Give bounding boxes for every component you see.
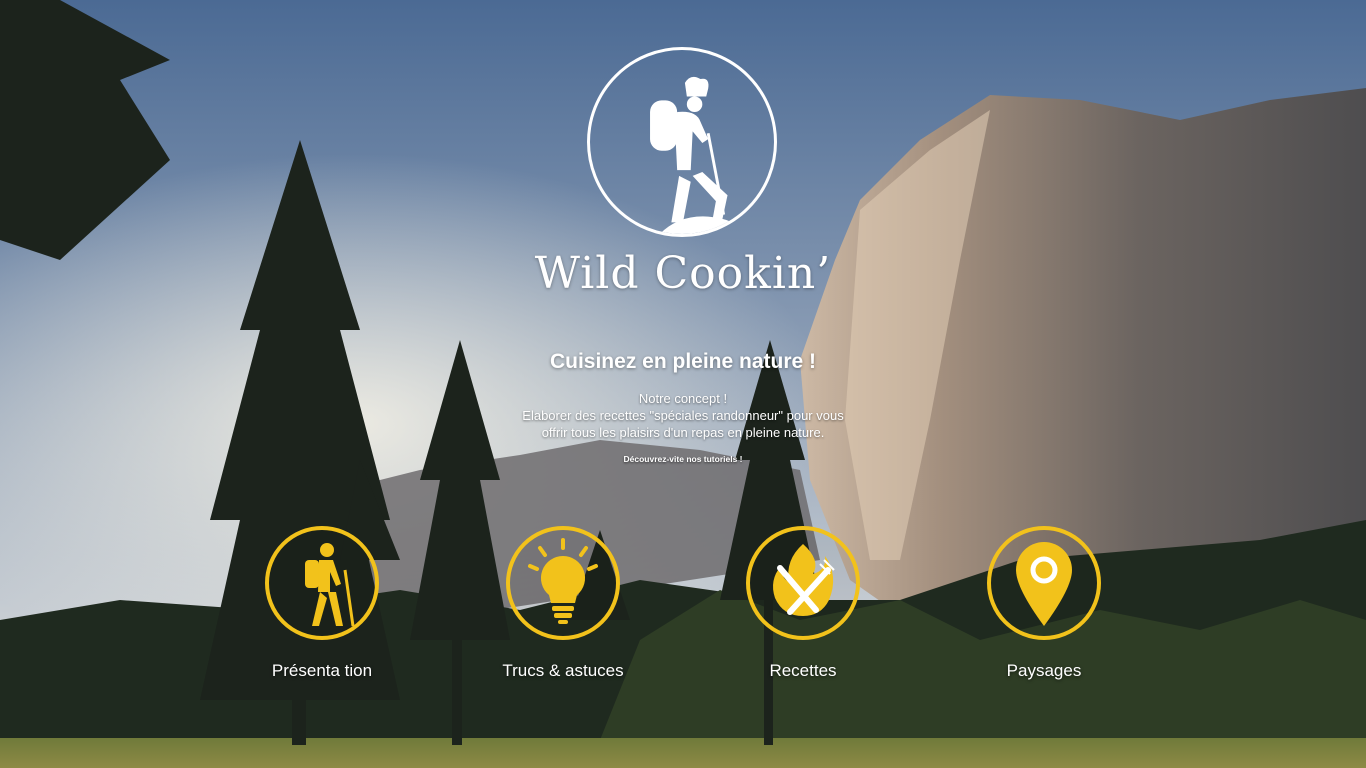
nav-label: Recettes xyxy=(769,661,837,680)
nav-label: Présenta tion xyxy=(271,661,373,680)
hero-title: Cuisinez en pleine nature ! xyxy=(549,350,817,373)
nav-item-landscapes[interactable]: Paysages xyxy=(924,526,1164,696)
logo[interactable] xyxy=(587,47,777,237)
lightbulb-icon xyxy=(528,538,598,624)
hiker-icon xyxy=(305,543,355,627)
fire-cutlery-icon xyxy=(773,544,835,616)
nav-item-presentation[interactable]: Présenta tion xyxy=(202,526,442,696)
nav-label: Trucs & astuces xyxy=(502,661,624,680)
concept-heading: Notre concept ! xyxy=(638,391,728,406)
nav-circle[interactable] xyxy=(987,526,1101,640)
concept-line: offrir tous les plaisirs d'un repas en p… xyxy=(541,425,825,440)
concept-text: Notre concept ! Elaborer des recettes "s… xyxy=(0,390,1366,441)
map-pin-icon xyxy=(1016,542,1072,626)
nav-circle[interactable] xyxy=(746,526,860,640)
nav-circle[interactable] xyxy=(265,526,379,640)
chef-hiker-icon xyxy=(650,76,747,234)
brand-name: Wild Cookin’ xyxy=(534,248,832,299)
tutorials-link[interactable]: Découvrez-vite nos tutoriels ! xyxy=(0,454,1366,464)
nav-item-recipes[interactable]: Recettes xyxy=(683,526,923,696)
nav-circle[interactable] xyxy=(506,526,620,640)
nav-item-tips[interactable]: Trucs & astuces xyxy=(443,526,683,696)
nav-label: Paysages xyxy=(1006,661,1082,680)
concept-line: Elaborer des recettes "spéciales randonn… xyxy=(522,408,844,423)
